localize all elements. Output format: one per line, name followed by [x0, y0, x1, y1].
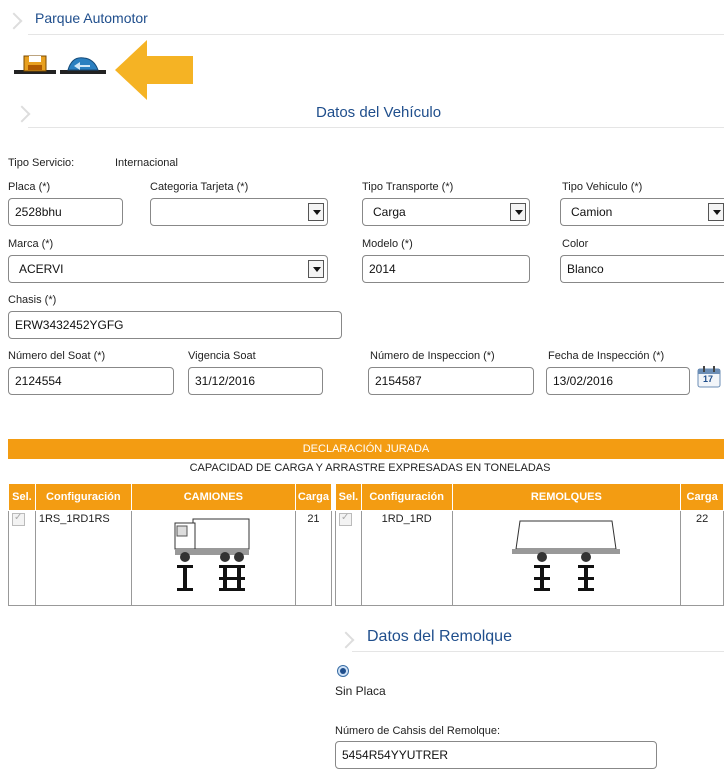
- tipo-transporte-select[interactable]: Carga: [362, 198, 530, 226]
- col-camiones: CAMIONES: [130, 483, 296, 511]
- categoria-select[interactable]: [150, 198, 328, 226]
- pointer-arrow-icon: [115, 40, 193, 100]
- modelo-label: Modelo (*): [362, 238, 413, 250]
- chevron-down-icon[interactable]: [510, 203, 526, 221]
- declaracion-subtitle: CAPACIDAD DE CARGA Y ARRASTRE EXPRESADAS…: [189, 462, 551, 474]
- carga-cell: 21: [294, 510, 333, 606]
- remolque-chasis-label: Número de Cahsis del Remolque:: [335, 725, 501, 737]
- select-checkbox[interactable]: [12, 512, 25, 526]
- truck-image: [130, 510, 296, 606]
- vehiculo-divider: [28, 127, 724, 128]
- vehiculo-chevron-icon: [13, 105, 31, 123]
- chevron-down-icon[interactable]: [308, 203, 324, 221]
- tipo-vehiculo-select[interactable]: Camion: [560, 198, 724, 226]
- chasis-label: Chasis (*): [8, 294, 57, 306]
- page-title: Parque Automotor: [35, 10, 148, 26]
- fecha-inspeccion-input[interactable]: 13/02/2016: [546, 367, 690, 395]
- vigencia-input[interactable]: 31/12/2016: [188, 367, 323, 395]
- remolques-header-row: Sel. Configuración REMOLQUES Carga: [335, 483, 724, 511]
- tipo-vehiculo-value: Camion: [571, 205, 613, 219]
- trailer-icon: [512, 520, 621, 591]
- sin-placa-label: Sin Placa: [335, 684, 386, 698]
- marca-select[interactable]: ACERVI: [8, 255, 328, 283]
- col-carga: Carga: [294, 483, 333, 511]
- marca-label: Marca (*): [8, 238, 54, 250]
- truck-icon: [174, 518, 250, 591]
- tipo-transporte-label: Tipo Transporte (*): [362, 181, 454, 193]
- col-configuracion: Configuración: [360, 483, 453, 511]
- header-divider: [28, 34, 724, 35]
- back-icon[interactable]: [60, 54, 106, 74]
- remolque-chevron-icon: [337, 631, 355, 649]
- col-sel: Sel.: [8, 483, 36, 511]
- config-cell: 1RS_1RD1RS: [34, 510, 132, 606]
- inspeccion-label: Número de Inspeccion (*): [370, 350, 495, 362]
- vehiculo-section-title: Datos del Vehículo: [316, 104, 442, 121]
- tipo-transporte-value: Carga: [373, 205, 406, 219]
- remolque-divider: [352, 651, 724, 652]
- col-carga: Carga: [680, 483, 724, 511]
- calendar-icon[interactable]: 17: [697, 366, 721, 388]
- col-sel: Sel.: [335, 483, 362, 511]
- marca-value: ACERVI: [19, 262, 64, 276]
- color-input[interactable]: Blanco: [560, 255, 724, 283]
- table-row: 1RD_1RD 22: [335, 510, 724, 606]
- camiones-header-row: Sel. Configuración CAMIONES Carga: [8, 483, 333, 511]
- col-configuracion: Configuración: [34, 483, 132, 511]
- trailer-image: [451, 510, 682, 606]
- color-label: Color: [562, 238, 589, 250]
- header-chevron-icon: [5, 12, 23, 30]
- camiones-table: Sel. Configuración CAMIONES Carga 1RS_1R…: [8, 483, 333, 606]
- declaracion-title: DECLARACIÓN JURADA: [8, 439, 724, 459]
- remolque-chasis-input[interactable]: 5454R54YYUTRER: [335, 741, 657, 769]
- save-icon[interactable]: [14, 54, 56, 74]
- categoria-label: Categoria Tarjeta (*): [150, 181, 249, 193]
- placa-label: Placa (*): [8, 181, 51, 193]
- placa-input[interactable]: 2528bhu: [8, 198, 123, 226]
- remolque-section-title: Datos del Remolque: [367, 628, 512, 645]
- sin-placa-radio[interactable]: [337, 665, 349, 677]
- inspeccion-input[interactable]: 2154587: [368, 367, 534, 395]
- remolques-table: Sel. Configuración REMOLQUES Carga 1RD_1…: [335, 483, 724, 606]
- sel-cell: [335, 510, 362, 606]
- carga-cell: 22: [680, 510, 724, 606]
- tipo-servicio-value: Internacional: [115, 157, 178, 169]
- table-row: 1RS_1RD1RS 21: [8, 510, 333, 606]
- tipo-servicio-label: Tipo Servicio:: [8, 157, 75, 169]
- chevron-down-icon[interactable]: [308, 260, 324, 278]
- soat-label: Número del Soat (*): [8, 350, 106, 362]
- chevron-down-icon[interactable]: [708, 203, 724, 221]
- chasis-input[interactable]: ERW3432452YGFG: [8, 311, 342, 339]
- sel-cell: [8, 510, 36, 606]
- tipo-vehiculo-label: Tipo Vehiculo (*): [562, 181, 643, 193]
- select-checkbox[interactable]: [339, 512, 352, 526]
- fecha-inspeccion-label: Fecha de Inspección (*): [548, 350, 665, 362]
- modelo-input[interactable]: 2014: [362, 255, 530, 283]
- config-cell: 1RD_1RD: [360, 510, 453, 606]
- col-remolques: REMOLQUES: [451, 483, 682, 511]
- vigencia-label: Vigencia Soat: [188, 350, 256, 362]
- calendar-day: 17: [703, 374, 714, 384]
- soat-input[interactable]: 2124554: [8, 367, 174, 395]
